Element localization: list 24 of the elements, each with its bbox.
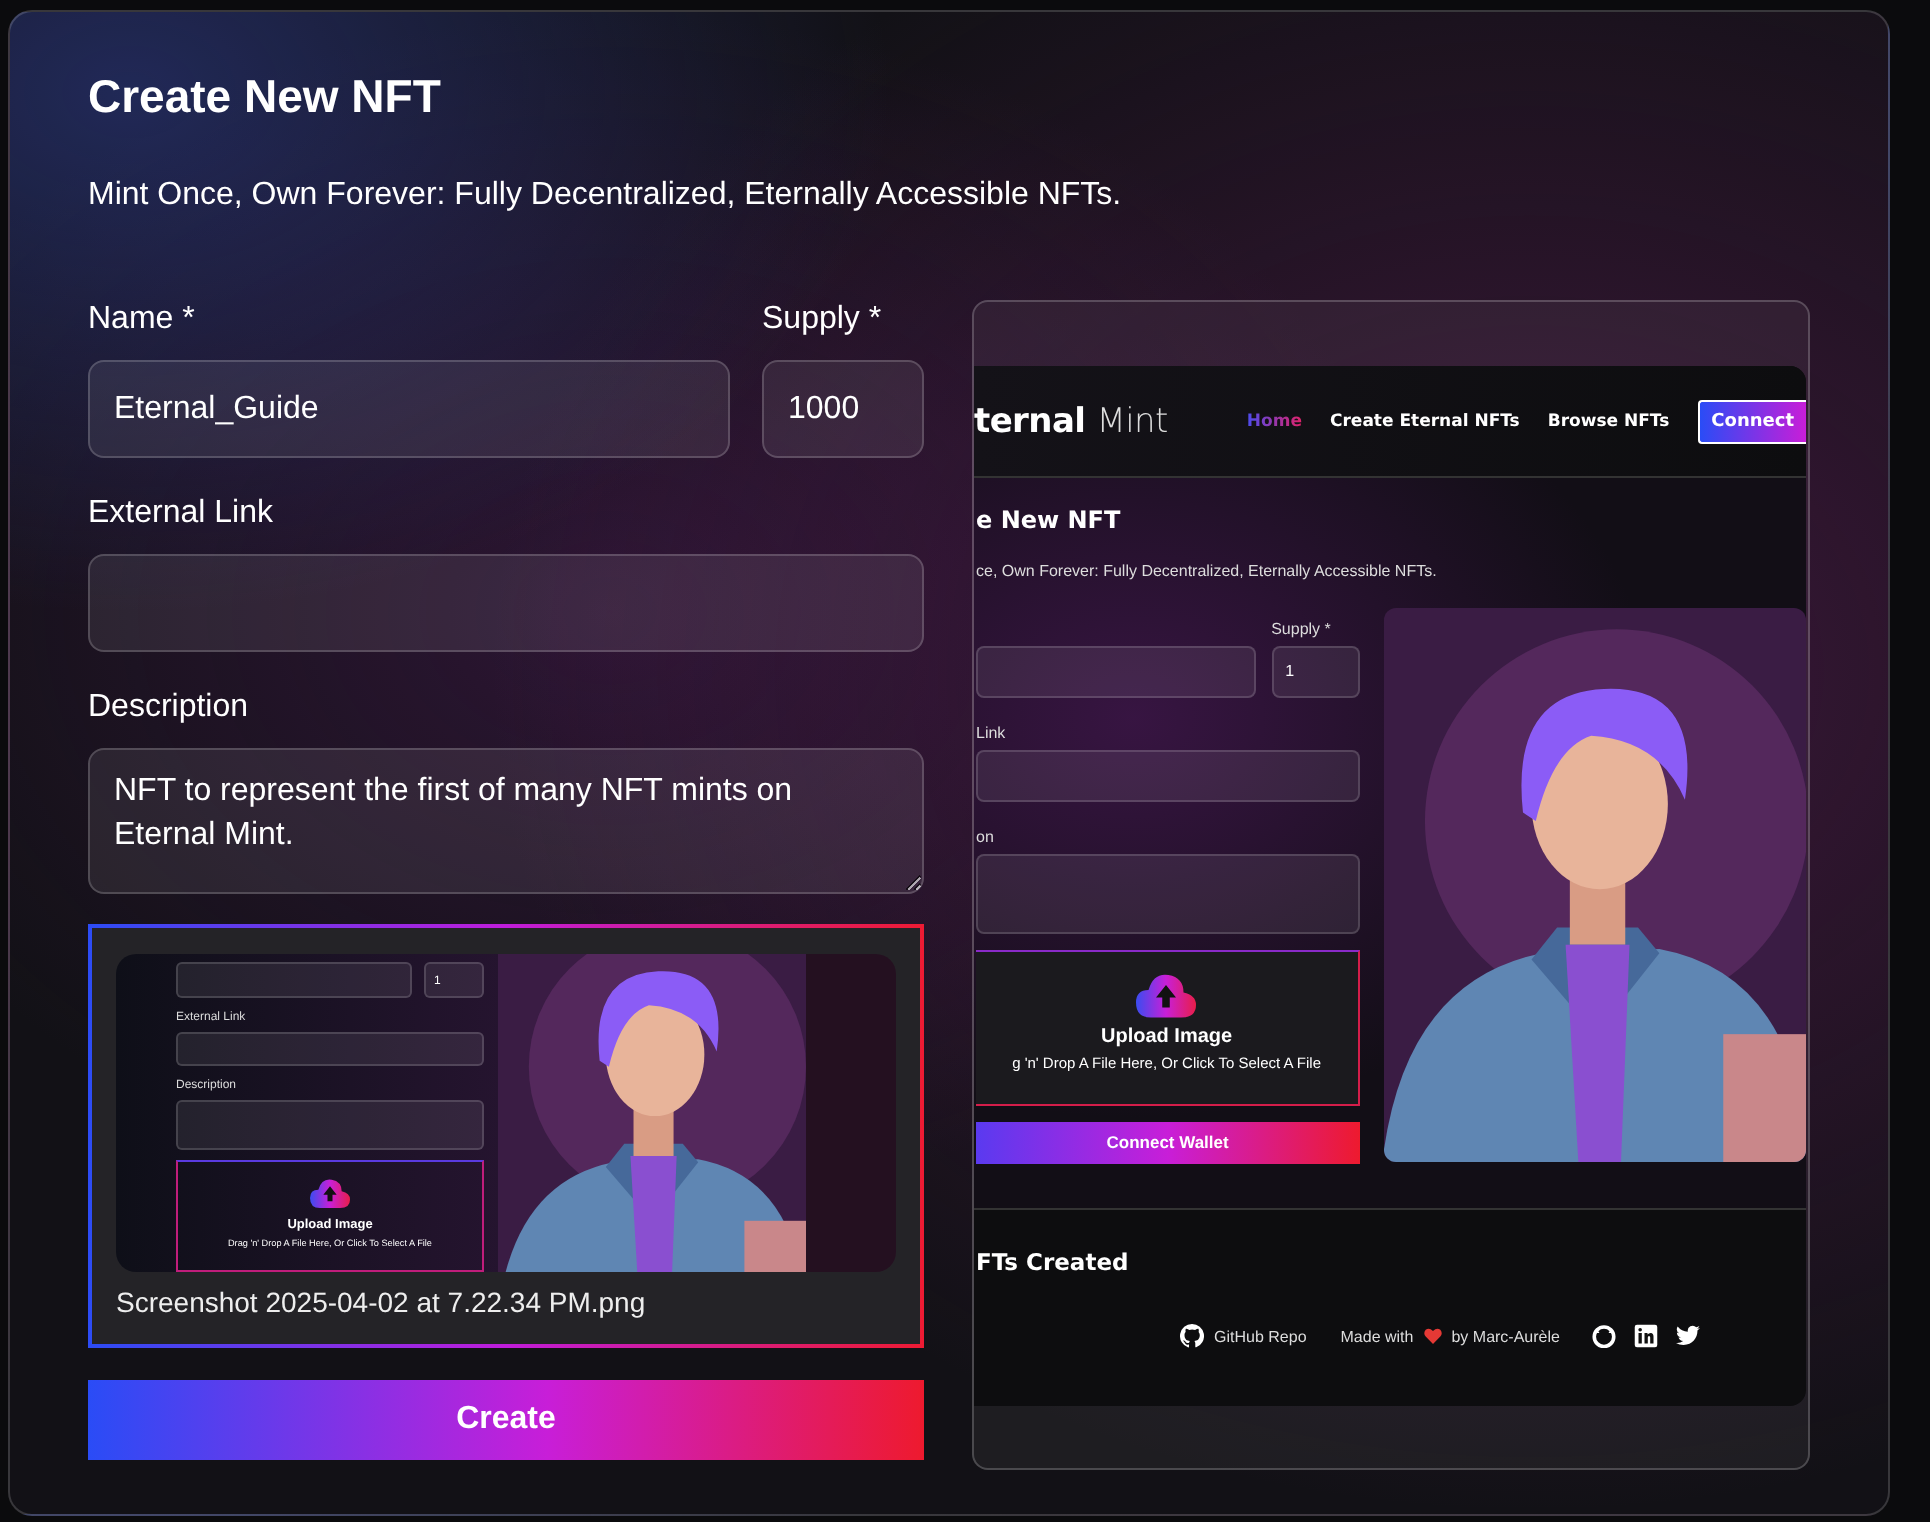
linkedin-icon [1633,1324,1658,1348]
bird-icon [1675,1324,1700,1348]
field-label: Link [976,724,1008,744]
field-label: Supply * [762,300,884,340]
field-label: External Link [88,494,275,534]
upload-cloud-icon [310,1177,350,1208]
footer-text: Made with [1340,1327,1414,1345]
field-label: Supply * [1271,620,1333,640]
page-title: e New NFT [976,506,1123,534]
field-label: Name * [88,300,197,340]
upload-cloud-icon [1136,972,1197,1018]
field-label: on [976,828,996,848]
footer-text: by Marc-Aurèle [1451,1327,1560,1345]
section-title: FTs Created [976,1248,1131,1276]
page-subtitle: Mint Once, Own Forever: Fully Decentralized, Eternally Accessible NFTs. [88,176,1124,216]
file-name: Screenshot 2025-04-02 at 7.22.34 PM.png [116,1284,648,1320]
field-label: Description [88,688,251,728]
upload-title: Upload Image [1101,1026,1233,1048]
logo: ternal Mint [974,401,1168,441]
page-subtitle: ce, Own Forever: Fully Decentralized, Eternally Accessible NFTs. [976,562,1439,580]
create-button[interactable]: Create [88,1380,924,1460]
heart-icon [1423,1328,1442,1344]
input-field: 1 [1271,646,1360,698]
page-title: Create New NFT [88,68,443,126]
